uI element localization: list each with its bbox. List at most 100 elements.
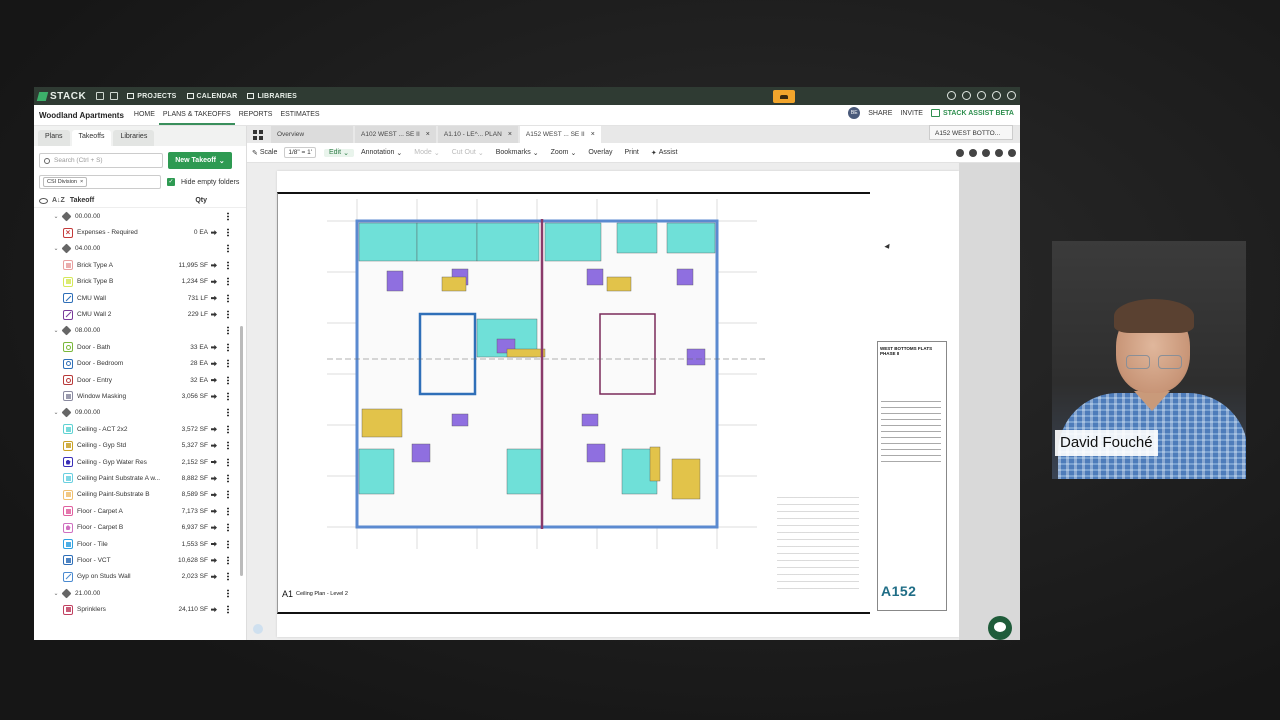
more-icon[interactable]	[227, 441, 229, 451]
arrow-right-icon[interactable]	[211, 541, 217, 547]
more-icon[interactable]	[227, 293, 229, 303]
takeoff-item[interactable]: Brick Type A 11,995 SF	[34, 257, 246, 273]
more-icon[interactable]	[227, 228, 229, 238]
takeoff-item[interactable]: CMU Wall 731 LF	[34, 290, 246, 306]
more-icon[interactable]	[227, 490, 229, 500]
arrow-right-icon[interactable]	[211, 279, 217, 285]
grid-icon[interactable]	[253, 130, 263, 140]
takeoff-item[interactable]: Floor - VCT 10,628 SF	[34, 552, 246, 568]
arrow-right-icon[interactable]	[211, 344, 217, 350]
takeoff-item[interactable]: Door - Bedroom 28 EA	[34, 356, 246, 372]
arrow-right-icon[interactable]	[211, 574, 217, 580]
col-qty[interactable]: Qty	[195, 197, 207, 204]
takeoff-item[interactable]: Door - Entry 32 EA	[34, 372, 246, 388]
contrast-icon[interactable]	[956, 148, 964, 157]
gift-icon[interactable]	[947, 91, 956, 100]
layers-icon[interactable]	[982, 148, 990, 157]
arrow-right-icon[interactable]	[211, 393, 217, 399]
cut-out-button[interactable]: Cut Out ⌄	[447, 149, 489, 157]
more-icon[interactable]	[227, 506, 229, 516]
more-icon[interactable]	[227, 342, 229, 352]
bell-icon[interactable]	[962, 91, 971, 100]
takeoff-folder[interactable]: ⌄ 21.00.00	[34, 585, 246, 601]
more-icon[interactable]	[227, 424, 229, 434]
users-icon[interactable]	[977, 91, 986, 100]
more-icon[interactable]	[227, 408, 229, 418]
help-icon[interactable]	[992, 91, 1001, 100]
more-icon[interactable]	[227, 244, 229, 254]
edit-button[interactable]: Edit ⌄	[324, 148, 354, 157]
takeoff-item[interactable]: Floor - Carpet A 7,173 SF	[34, 503, 246, 519]
more-icon[interactable]	[227, 555, 229, 565]
chevron-down-icon[interactable]: ⌄	[52, 245, 60, 252]
stack-assist-button[interactable]: STACK ASSIST BETA	[930, 109, 1014, 117]
chevron-down-icon[interactable]: ⌄	[52, 590, 60, 597]
nav-reports[interactable]: REPORTS	[235, 105, 277, 125]
arrow-right-icon[interactable]	[211, 295, 217, 301]
doc-tab[interactable]: Overview	[271, 126, 353, 143]
takeoff-item[interactable]: Ceiling - ACT 2x2 3,572 SF	[34, 421, 246, 437]
more-icon[interactable]	[227, 211, 229, 221]
prev-page-icon[interactable]	[995, 148, 1003, 157]
close-icon[interactable]: ×	[80, 179, 83, 185]
doc-tab[interactable]: A1.10 - LE^... PLAN ×	[437, 126, 518, 143]
more-icon[interactable]	[227, 457, 229, 467]
close-icon[interactable]: ×	[508, 131, 512, 138]
col-takeoff[interactable]: Takeoff	[70, 197, 94, 204]
nav-calendar[interactable]: CALENDAR	[182, 93, 243, 100]
more-icon[interactable]	[227, 359, 229, 369]
zoom-button[interactable]: Zoom ⌄	[546, 149, 582, 157]
chevron-down-icon[interactable]: ⌄	[52, 409, 60, 416]
arrow-right-icon[interactable]	[211, 459, 217, 465]
takeoff-item[interactable]: Ceiling Paint-Substrate B 8,589 SF	[34, 487, 246, 503]
takeoff-item[interactable]: Ceiling Paint Substrate A w... 8,882 SF	[34, 470, 246, 486]
scale-tool[interactable]: ✎ Scale	[247, 149, 282, 157]
chevron-down-icon[interactable]: ⌄	[52, 213, 60, 220]
arrow-right-icon[interactable]	[211, 361, 217, 367]
new-takeoff-button[interactable]: New Takeoff ⌄	[168, 152, 232, 169]
takeoff-folder[interactable]: ⌄ 08.00.00	[34, 323, 246, 339]
arrow-right-icon[interactable]	[211, 426, 217, 432]
takeoff-item[interactable]: Brick Type B 1,234 SF	[34, 274, 246, 290]
chat-button[interactable]	[988, 616, 1012, 640]
takeoff-item[interactable]: Floor - Carpet B 6,937 SF	[34, 519, 246, 535]
takeoff-item[interactable]: CMU Wall 2 229 LF	[34, 306, 246, 322]
takeoff-folder[interactable]: ⌄ 09.00.00	[34, 405, 246, 421]
edit-icon[interactable]	[110, 92, 119, 100]
more-icon[interactable]	[227, 310, 229, 320]
takeoff-item[interactable]: Ceiling - Gyp Water Res 2,152 SF	[34, 454, 246, 470]
tab-libraries[interactable]: Libraries	[113, 130, 155, 146]
filter-input[interactable]: CSI Division ×	[39, 175, 161, 189]
arrow-right-icon[interactable]	[211, 557, 217, 563]
nav-libraries[interactable]: LIBRARIES	[242, 93, 302, 100]
scale-select[interactable]: 1/8" = 1'	[284, 147, 316, 158]
help-icon[interactable]	[253, 624, 263, 634]
overlay-button[interactable]: Overlay	[583, 149, 617, 156]
more-icon[interactable]	[227, 260, 229, 270]
share-button[interactable]: SHARE	[868, 110, 892, 117]
expand-icon[interactable]	[96, 92, 105, 100]
takeoff-item[interactable]: Ceiling - Gyp Std 5,327 SF	[34, 437, 246, 453]
bookmarks-button[interactable]: Bookmarks ⌄	[491, 149, 544, 157]
drawing-canvas[interactable]: A1 Ceiling Plan - Level 2 WEST BOTTOMS F…	[247, 163, 1020, 640]
sort-az-icon[interactable]: A↓Z	[52, 197, 65, 204]
stack-logo[interactable]: STACK	[34, 91, 92, 102]
arrow-right-icon[interactable]	[211, 262, 217, 268]
arrow-right-icon[interactable]	[211, 475, 217, 481]
arrow-right-icon[interactable]	[211, 230, 217, 236]
search-input[interactable]: Search (Ctrl + S)	[39, 153, 163, 168]
hardhat-button[interactable]	[773, 90, 795, 103]
more-icon[interactable]	[227, 523, 229, 533]
more-icon[interactable]	[227, 588, 229, 598]
more-icon[interactable]	[227, 473, 229, 483]
tab-takeoffs[interactable]: Takeoffs	[71, 130, 112, 146]
more-icon[interactable]	[227, 277, 229, 287]
arrow-right-icon[interactable]	[211, 607, 217, 613]
arrow-right-icon[interactable]	[211, 312, 217, 318]
takeoff-item[interactable]: Window Masking 3,056 SF	[34, 388, 246, 404]
more-icon[interactable]	[227, 572, 229, 582]
more-icon[interactable]	[227, 375, 229, 385]
takeoff-item[interactable]: Door - Bath 33 EA	[34, 339, 246, 355]
takeoff-folder[interactable]: ⌄ 04.00.00	[34, 241, 246, 257]
more-icon[interactable]	[227, 326, 229, 336]
